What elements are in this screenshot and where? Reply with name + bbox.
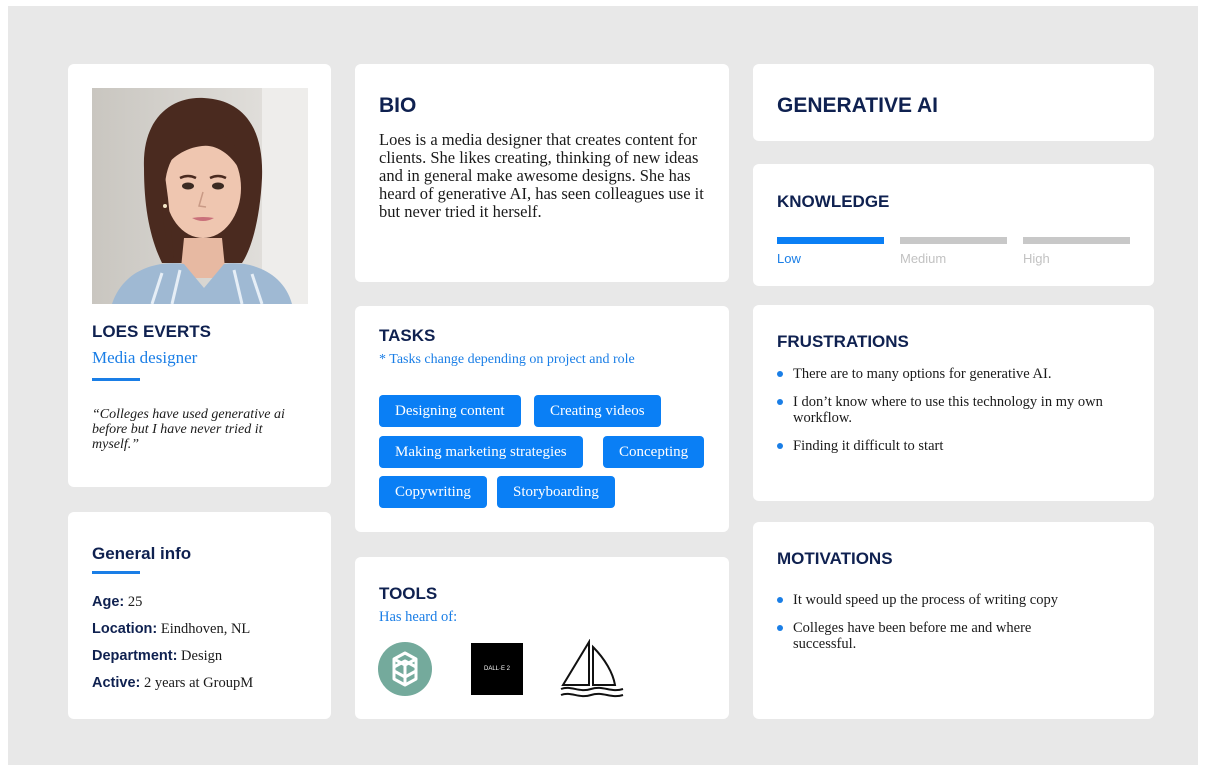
task-chip: Concepting (603, 436, 705, 468)
task-chip: Designing content (379, 395, 521, 427)
tools-card: TOOLS Has heard of: DALL·E 2 (355, 557, 729, 719)
motivation-item: It would speed up the process of writing… (777, 592, 1127, 608)
bio-card: BIO Loes is a media designer that create… (355, 64, 729, 282)
info-age: Age: 25 (92, 594, 143, 610)
task-chip: Copywriting (379, 476, 487, 508)
tasks-note: * Tasks change depending on project and … (379, 352, 635, 367)
knowledge-bar-low (777, 237, 884, 244)
info-location: Location: Eindhoven, NL (92, 621, 251, 637)
persona-name: LOES EVERTS (92, 322, 212, 341)
bio-title: BIO (379, 94, 417, 117)
frustrations-title: FRUSTRATIONS (777, 332, 909, 351)
frustration-item: There are to many options for generative… (777, 366, 1127, 382)
tasks-title: TASKS (379, 326, 436, 345)
midjourney-logo-icon (559, 638, 625, 699)
bio-text: Loes is a media designer that creates co… (379, 130, 704, 221)
info-active: Active: 2 years at GroupM (92, 675, 254, 691)
generative-ai-card: GENERATIVE AI (753, 64, 1154, 141)
dalle-logo-text: DALL·E 2 (483, 666, 510, 672)
persona-role: Media designer (92, 348, 198, 367)
dalle-logo-icon: DALL·E 2 (471, 643, 523, 695)
knowledge-label-low: Low (777, 251, 801, 266)
knowledge-bar-medium (900, 237, 1007, 244)
tools-subtitle: Has heard of: (379, 609, 458, 625)
frustration-item: I don’t know where to use this technolog… (777, 394, 1117, 426)
knowledge-bar-high (1023, 237, 1130, 244)
tools-title: TOOLS (379, 584, 438, 603)
task-chip: Creating videos (534, 395, 661, 427)
frustrations-card: FRUSTRATIONS There are to many options f… (753, 305, 1154, 501)
task-chip: Storyboarding (497, 476, 615, 508)
name-underline (92, 378, 140, 381)
chatgpt-logo-icon (377, 641, 433, 697)
knowledge-card: KNOWLEDGE Low Medium High (753, 164, 1154, 286)
frustrations-list: There are to many options for generative… (777, 366, 1127, 454)
knowledge-label-high: High (1023, 251, 1050, 266)
generative-ai-title: GENERATIVE AI (777, 94, 939, 117)
frustration-item: Finding it difficult to start (777, 438, 1127, 454)
general-info-list: Age: 25 Location: Eindhoven, NL Departme… (92, 592, 253, 700)
motivations-title: MOTIVATIONS (777, 549, 893, 568)
general-info-title: General info (92, 544, 192, 563)
profile-photo (92, 88, 308, 304)
knowledge-title: KNOWLEDGE (777, 192, 890, 211)
persona-quote: “Colleges have used generative ai before… (92, 407, 285, 452)
tasks-card: TASKS * Tasks change depending on projec… (355, 306, 729, 532)
motivations-card: MOTIVATIONS It would speed up the proces… (753, 522, 1154, 719)
persona-canvas: LOES EVERTS Media designer “Colleges hav… (8, 6, 1198, 765)
motivations-list: It would speed up the process of writing… (777, 592, 1127, 652)
general-info-card: General info Age: 25 Location: Eindhoven… (68, 512, 331, 719)
motivation-item: Colleges have been before me and where s… (777, 620, 1077, 652)
profile-card: LOES EVERTS Media designer “Colleges hav… (68, 64, 331, 487)
task-chip: Making marketing strategies (379, 436, 583, 468)
info-department: Department: Design (92, 648, 223, 664)
general-info-underline (92, 571, 140, 574)
knowledge-label-medium: Medium (900, 251, 947, 266)
